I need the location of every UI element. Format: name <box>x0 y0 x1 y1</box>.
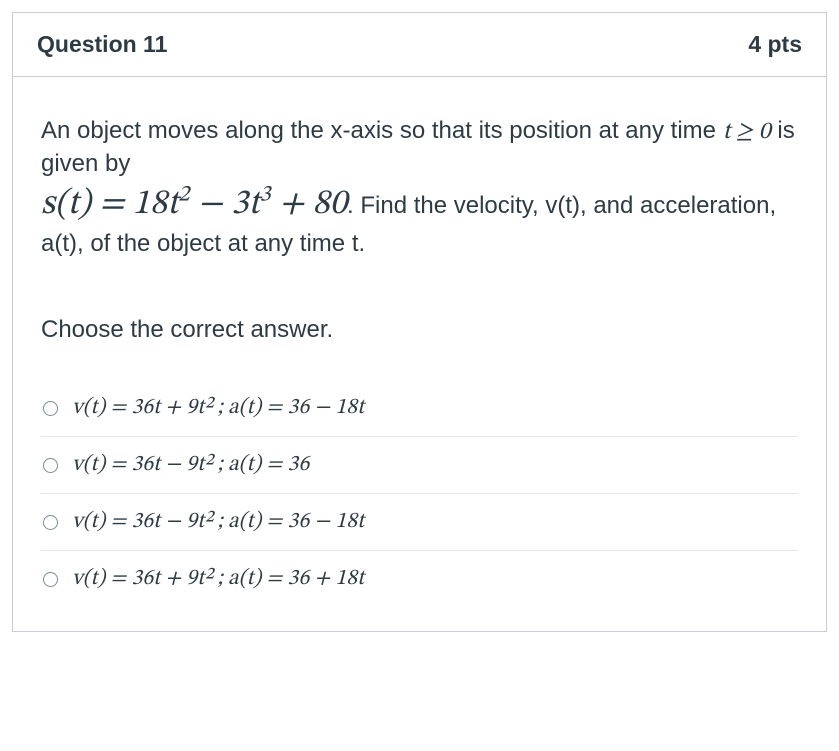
option-1[interactable]: v(t) = 36t + 9t² ; a(t) = 36 − 18t <box>41 380 798 436</box>
options-list: v(t) = 36t + 9t² ; a(t) = 36 − 18t v(t) … <box>41 380 798 607</box>
question-card: Question 11 4 pts An object moves along … <box>12 12 827 632</box>
prompt-math-tge0: t ≥ 0 <box>723 120 771 144</box>
option-3-label: v(t) = 36t − 9t² ; a(t) = 36 − 18t <box>72 508 364 536</box>
eq-rhs: + 80 <box>271 187 347 222</box>
option-4-label: v(t) = 36t + 9t² ; a(t) = 36 + 18t <box>72 565 364 593</box>
radio-icon[interactable] <box>43 401 58 416</box>
eq-mid: − 3t <box>189 187 259 222</box>
option-1-label: v(t) = 36t + 9t² ; a(t) = 36 − 18t <box>72 394 364 422</box>
radio-icon[interactable] <box>43 572 58 587</box>
option-2-label: v(t) = 36t − 9t² ; a(t) = 36 <box>72 451 309 479</box>
option-2[interactable]: v(t) = 36t − 9t² ; a(t) = 36 <box>41 436 798 493</box>
question-title: Question 11 <box>37 31 167 58</box>
question-points: 4 pts <box>748 31 802 58</box>
radio-icon[interactable] <box>43 458 58 473</box>
option-3[interactable]: v(t) = 36t − 9t² ; a(t) = 36 − 18t <box>41 493 798 550</box>
prompt-equation: s(t) = 18t2 − 3t3 + 80 <box>41 187 347 222</box>
question-prompt: An object moves along the x-axis so that… <box>41 115 798 260</box>
prompt-text-1a: An object moves along the x-axis so that… <box>41 117 723 144</box>
eq-lhs: s(t) = 18t <box>41 187 178 222</box>
eq-exp1: 2 <box>178 184 189 206</box>
radio-icon[interactable] <box>43 515 58 530</box>
question-header: Question 11 4 pts <box>13 13 826 77</box>
choose-label: Choose the correct answer. <box>41 316 798 344</box>
option-4[interactable]: v(t) = 36t + 9t² ; a(t) = 36 + 18t <box>41 550 798 607</box>
question-body: An object moves along the x-axis so that… <box>13 77 826 631</box>
eq-exp2: 3 <box>259 184 270 206</box>
